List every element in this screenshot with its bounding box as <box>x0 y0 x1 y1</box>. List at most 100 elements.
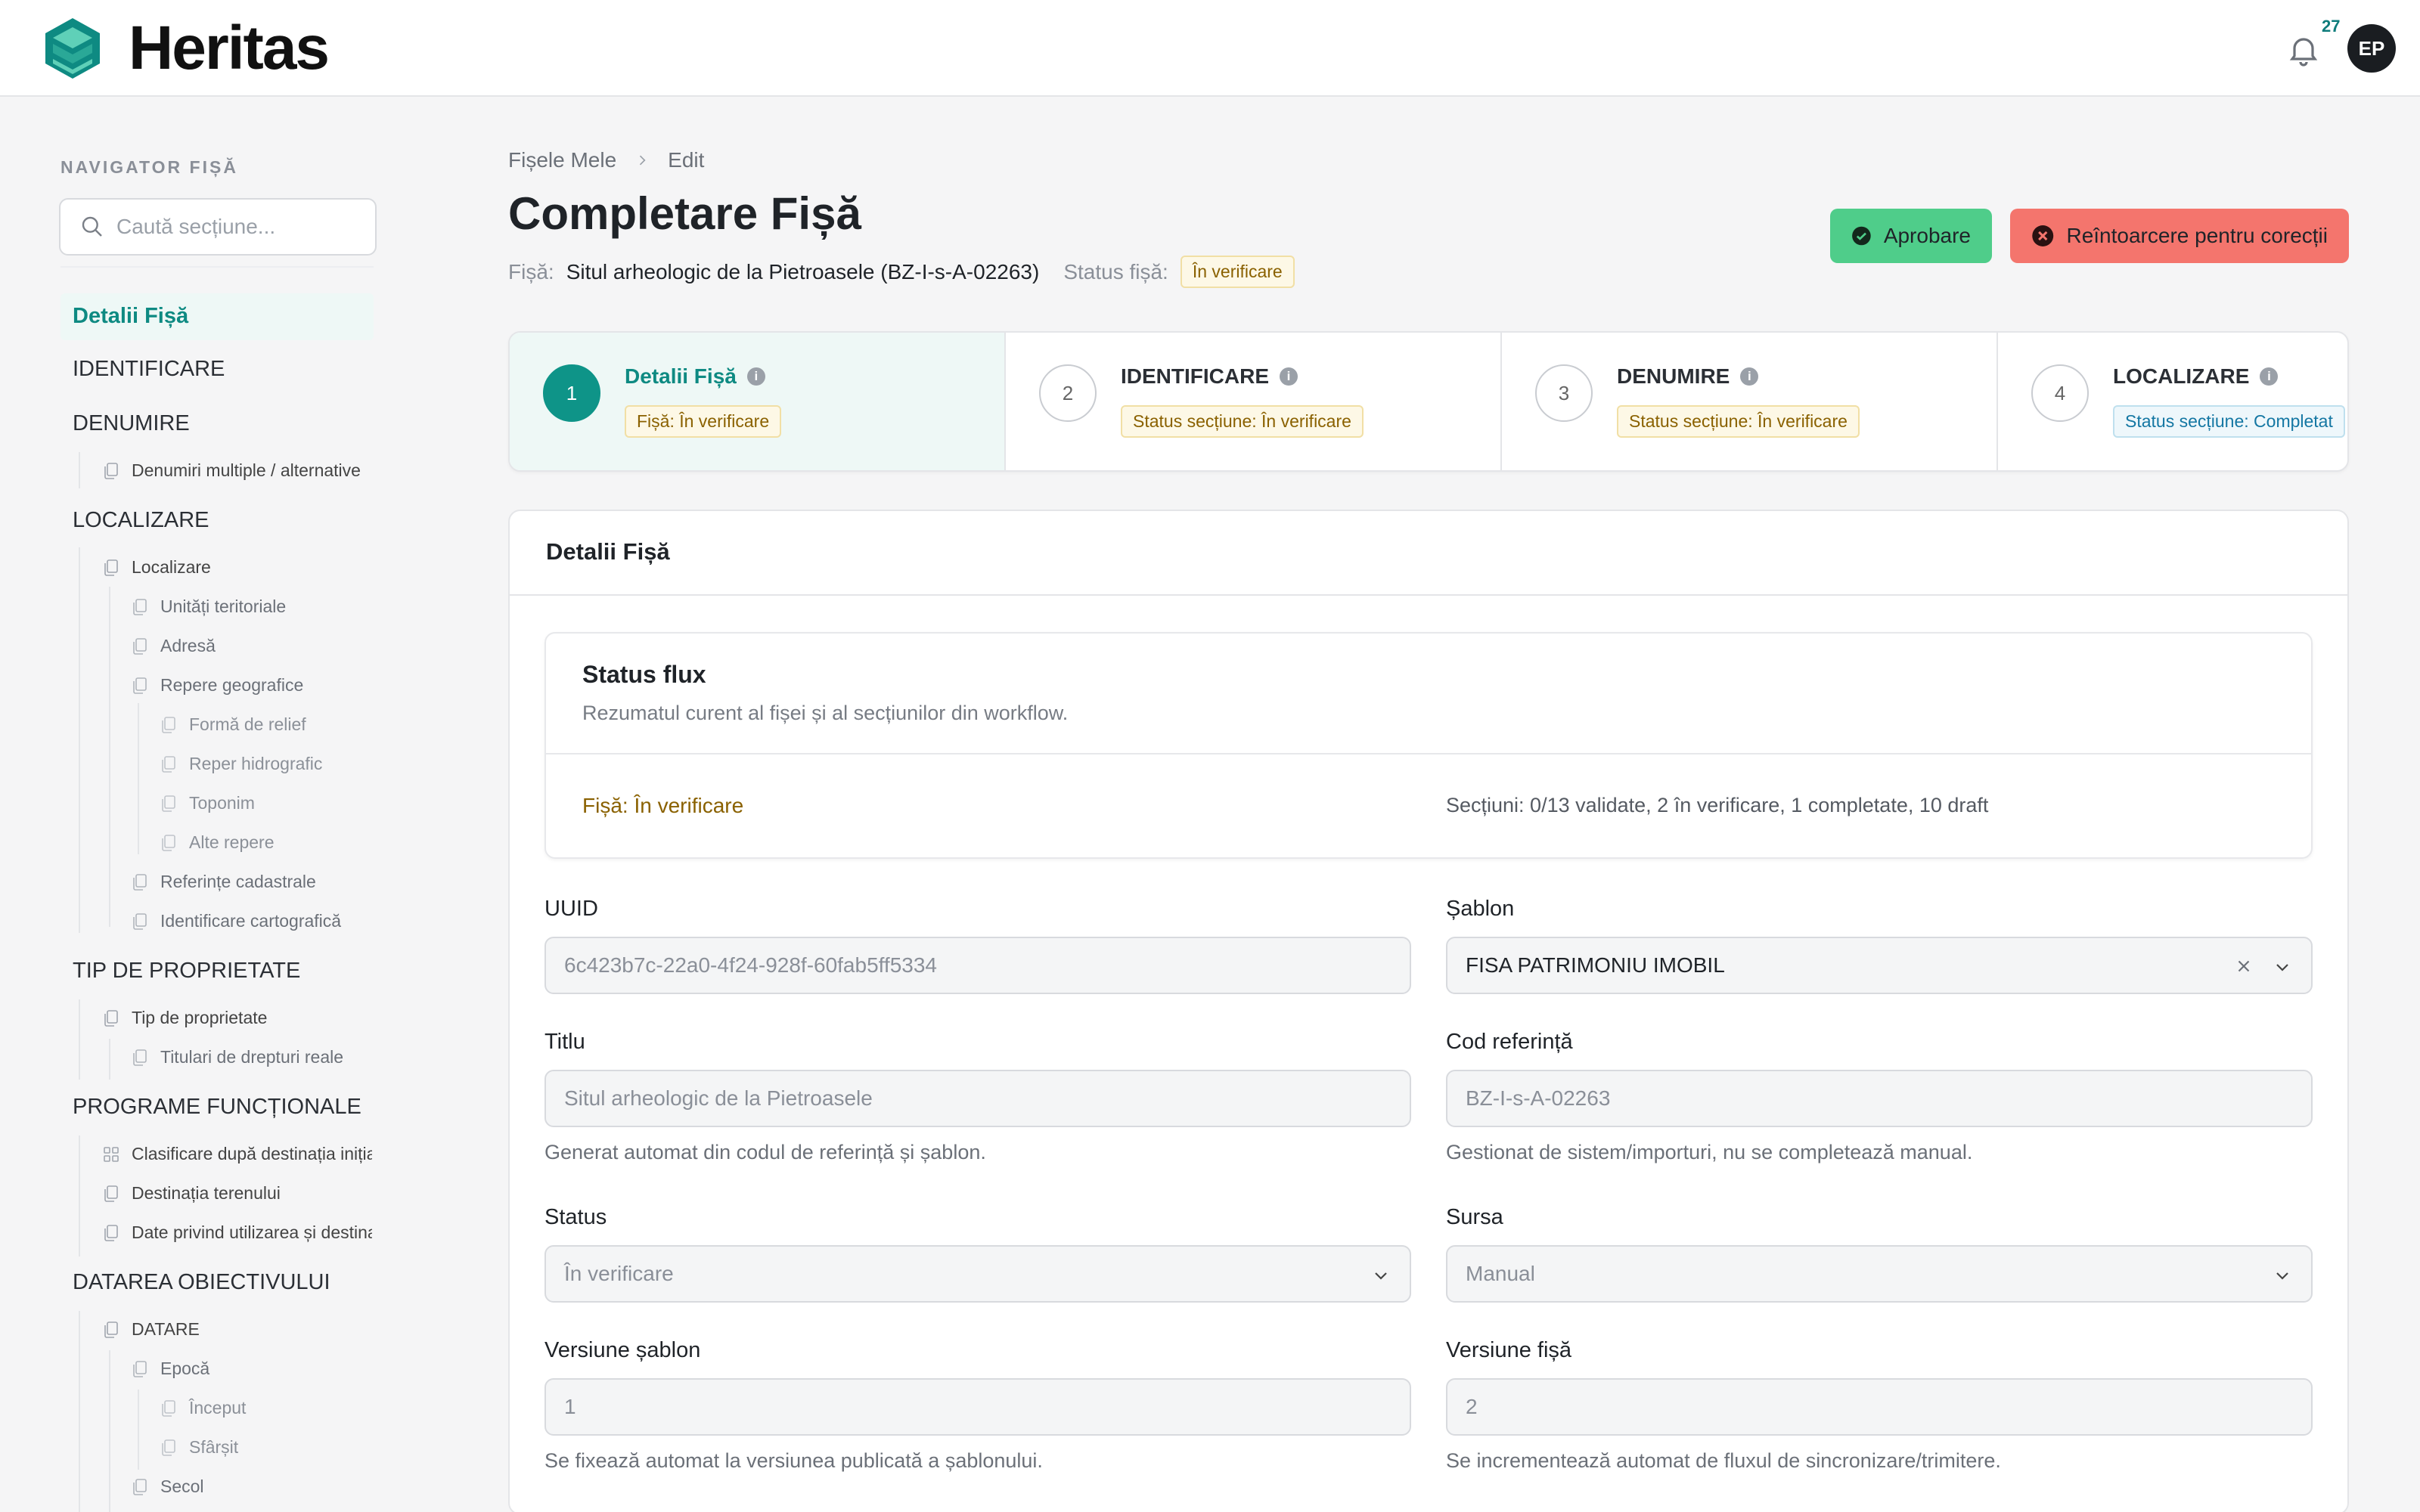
breadcrumb: Fișele Mele Edit <box>508 148 704 172</box>
breadcrumb-home[interactable]: Fișele Mele <box>508 148 616 172</box>
nav-sub-forma-de-relief[interactable]: Formă de relief <box>160 714 372 735</box>
sablon-select[interactable]: FISA PATRIMONIU IMOBIL <box>1446 937 2313 994</box>
document-icon <box>104 1185 118 1202</box>
return-for-corrections-button[interactable]: Reîntoarcere pentru corecții <box>2010 209 2349 263</box>
step-detalii-fisa[interactable]: 1 Detalii Fișă i Fișă: În verificare <box>510 333 1006 470</box>
nav-sub-adresa[interactable]: Adresă <box>132 636 372 656</box>
sursa-field: Sursa Manual <box>1446 1205 2313 1303</box>
nav-sub-sfarsit[interactable]: Sfârșit <box>160 1437 372 1458</box>
section-stepper: 1 Detalii Fișă i Fișă: În verificare 2 ID… <box>508 331 2349 472</box>
step-identificare[interactable]: 2 IDENTIFICARE i Status secțiune: În veri… <box>1006 333 1502 470</box>
navigator-title: NAVIGATOR FIȘĂ <box>60 157 238 177</box>
tree-line <box>109 1039 110 1080</box>
versiune-sablon-input: 1 <box>544 1378 1411 1436</box>
notification-count: 27 <box>2322 17 2341 36</box>
nav-sub-datare[interactable]: DATARE <box>103 1319 372 1340</box>
info-icon[interactable]: i <box>1280 367 1298 386</box>
tree-line <box>79 1311 80 1512</box>
nav-sub-tip-de-proprietate[interactable]: Tip de proprietate <box>103 1008 372 1028</box>
nav-item-denumire[interactable]: DENUMIRE <box>60 411 378 436</box>
nav-sub-referinte-cadastrale[interactable]: Referințe cadastrale <box>132 872 372 892</box>
nav-item-datarea-obiectivului[interactable]: DATAREA OBIECTIVULUI <box>60 1270 378 1295</box>
status-flux-panel: Status flux Rezumatul curent al fișei și… <box>544 632 2313 859</box>
uuid-field: UUID 6c423b7c-22a0-4f24-928f-60fab5ff533… <box>544 897 1411 994</box>
nav-sub-identificare-cartografica[interactable]: Identificare cartografică <box>132 911 372 931</box>
tree-line <box>79 547 80 933</box>
document-icon <box>133 1478 147 1495</box>
card-divider <box>510 594 2347 596</box>
info-icon[interactable]: i <box>1740 367 1759 386</box>
approve-button[interactable]: Aprobare <box>1830 209 1992 263</box>
nav-sub-alte-repere[interactable]: Alte repere <box>160 832 372 853</box>
document-icon <box>133 598 147 615</box>
titlu-field: Titlu Situl arheologic de la Pietroasele… <box>544 1030 1411 1164</box>
nav-sub-secol[interactable]: Secol <box>132 1476 372 1497</box>
fisa-value: Situl arheologic de la Pietroasele (BZ-I… <box>566 259 1040 284</box>
sursa-select: Manual <box>1446 1245 2313 1303</box>
versiune-fisa-input: 2 <box>1446 1378 2313 1436</box>
nav-sub-unitati-teritoriale[interactable]: Unități teritoriale <box>132 596 372 617</box>
breadcrumb-current: Edit <box>668 148 705 172</box>
chevron-down-icon <box>1375 1272 1387 1280</box>
section-search[interactable] <box>59 198 377 256</box>
document-icon <box>162 1399 175 1417</box>
status-field: Status În verificare <box>544 1205 1411 1303</box>
versiune-sablon-label: Versiune șablon <box>544 1338 701 1362</box>
nav-sub-destinatia-terenului[interactable]: Destinația terenului <box>103 1183 372 1204</box>
step-title: LOCALIZARE i <box>2113 364 2279 389</box>
cod-referinta-label: Cod referință <box>1446 1030 1573 1054</box>
nav-sub-localizare[interactable]: Localizare <box>103 557 372 578</box>
section-search-input[interactable] <box>116 215 358 239</box>
document-icon <box>104 1009 118 1027</box>
step-title: IDENTIFICARE i <box>1121 364 1298 389</box>
nav-item-detalii-fisa-active[interactable]: Detalii Fișă <box>60 293 374 340</box>
info-icon[interactable]: i <box>746 367 765 386</box>
step-title: Detalii Fișă i <box>625 364 765 389</box>
status-label: Status <box>544 1205 607 1229</box>
check-circle-icon <box>1852 226 1871 246</box>
tree-line <box>138 1390 139 1470</box>
info-icon[interactable]: i <box>2260 367 2279 386</box>
step-status-badge: Fișă: În verificare <box>625 405 782 438</box>
nav-sub-clasificare-destinatie[interactable]: Clasificare după destinația inițială <box>103 1144 372 1164</box>
user-avatar[interactable]: EP <box>2347 24 2396 73</box>
nav-item-identificare[interactable]: IDENTIFICARE <box>60 357 378 382</box>
x-circle-icon <box>2032 225 2054 246</box>
nav-sub-repere-geografice[interactable]: Repere geografice <box>132 675 372 696</box>
nav-sub-reper-hidrografic[interactable]: Reper hidrografic <box>160 754 372 774</box>
nav-sub-date-utilizare[interactable]: Date privind utilizarea și destinația <box>103 1222 372 1243</box>
flux-sections-status: Secțiuni: 0/13 validate, 2 în verificare… <box>1446 794 1989 816</box>
nav-item-localizare[interactable]: LOCALIZARE <box>60 508 378 533</box>
versiune-sablon-hint: Se fixează automat la versiunea publicat… <box>544 1449 1043 1472</box>
sablon-field: Șablon FISA PATRIMONIU IMOBIL <box>1446 897 2313 994</box>
titlu-hint: Generat automat din codul de referință ș… <box>544 1141 986 1163</box>
versiune-fisa-hint: Se incrementează automat de fluxul de si… <box>1446 1449 2001 1472</box>
clear-icon[interactable] <box>2234 956 2254 976</box>
nav-sub-toponim[interactable]: Toponim <box>160 793 372 813</box>
step-denumire[interactable]: 3 DENUMIRE i Status secțiune: În verifica… <box>1502 333 1998 470</box>
step-status-badge: Status secțiune: În verificare <box>1121 405 1364 438</box>
document-icon <box>133 1049 147 1066</box>
nav-sub-denumiri-multiple[interactable]: Denumiri multiple / alternative <box>103 460 372 481</box>
tree-line <box>79 452 80 488</box>
bell-icon[interactable] <box>2285 32 2322 68</box>
nav-sub-inceput[interactable]: Început <box>160 1398 372 1418</box>
sablon-label: Șablon <box>1446 897 1515 921</box>
brand-name[interactable]: Heritas <box>129 17 330 80</box>
status-select: În verificare <box>544 1245 1411 1303</box>
document-icon <box>133 1360 147 1377</box>
tree-line <box>109 1350 110 1512</box>
versiune-fisa-label: Versiune fișă <box>1446 1338 1572 1362</box>
document-icon <box>104 462 118 479</box>
heritas-logo-icon[interactable] <box>41 17 104 80</box>
step-status-badge: Status secțiune: Completat <box>2113 405 2345 438</box>
step-localizare[interactable]: 4 LOCALIZARE i Status secțiune: Completat <box>1998 333 2347 470</box>
nav-item-programe-functionale[interactable]: PROGRAME FUNCȚIONALE <box>60 1095 363 1120</box>
document-icon <box>104 1321 118 1338</box>
chevron-down-icon <box>2276 964 2288 971</box>
nav-item-tip-de-proprietate[interactable]: TIP DE PROPRIETATE <box>60 959 378 984</box>
document-icon <box>162 795 175 812</box>
nav-sub-titulari-drepturi[interactable]: Titulari de drepturi reale <box>132 1047 372 1067</box>
tree-line <box>79 999 80 1080</box>
nav-sub-epoca[interactable]: Epocă <box>132 1359 372 1379</box>
